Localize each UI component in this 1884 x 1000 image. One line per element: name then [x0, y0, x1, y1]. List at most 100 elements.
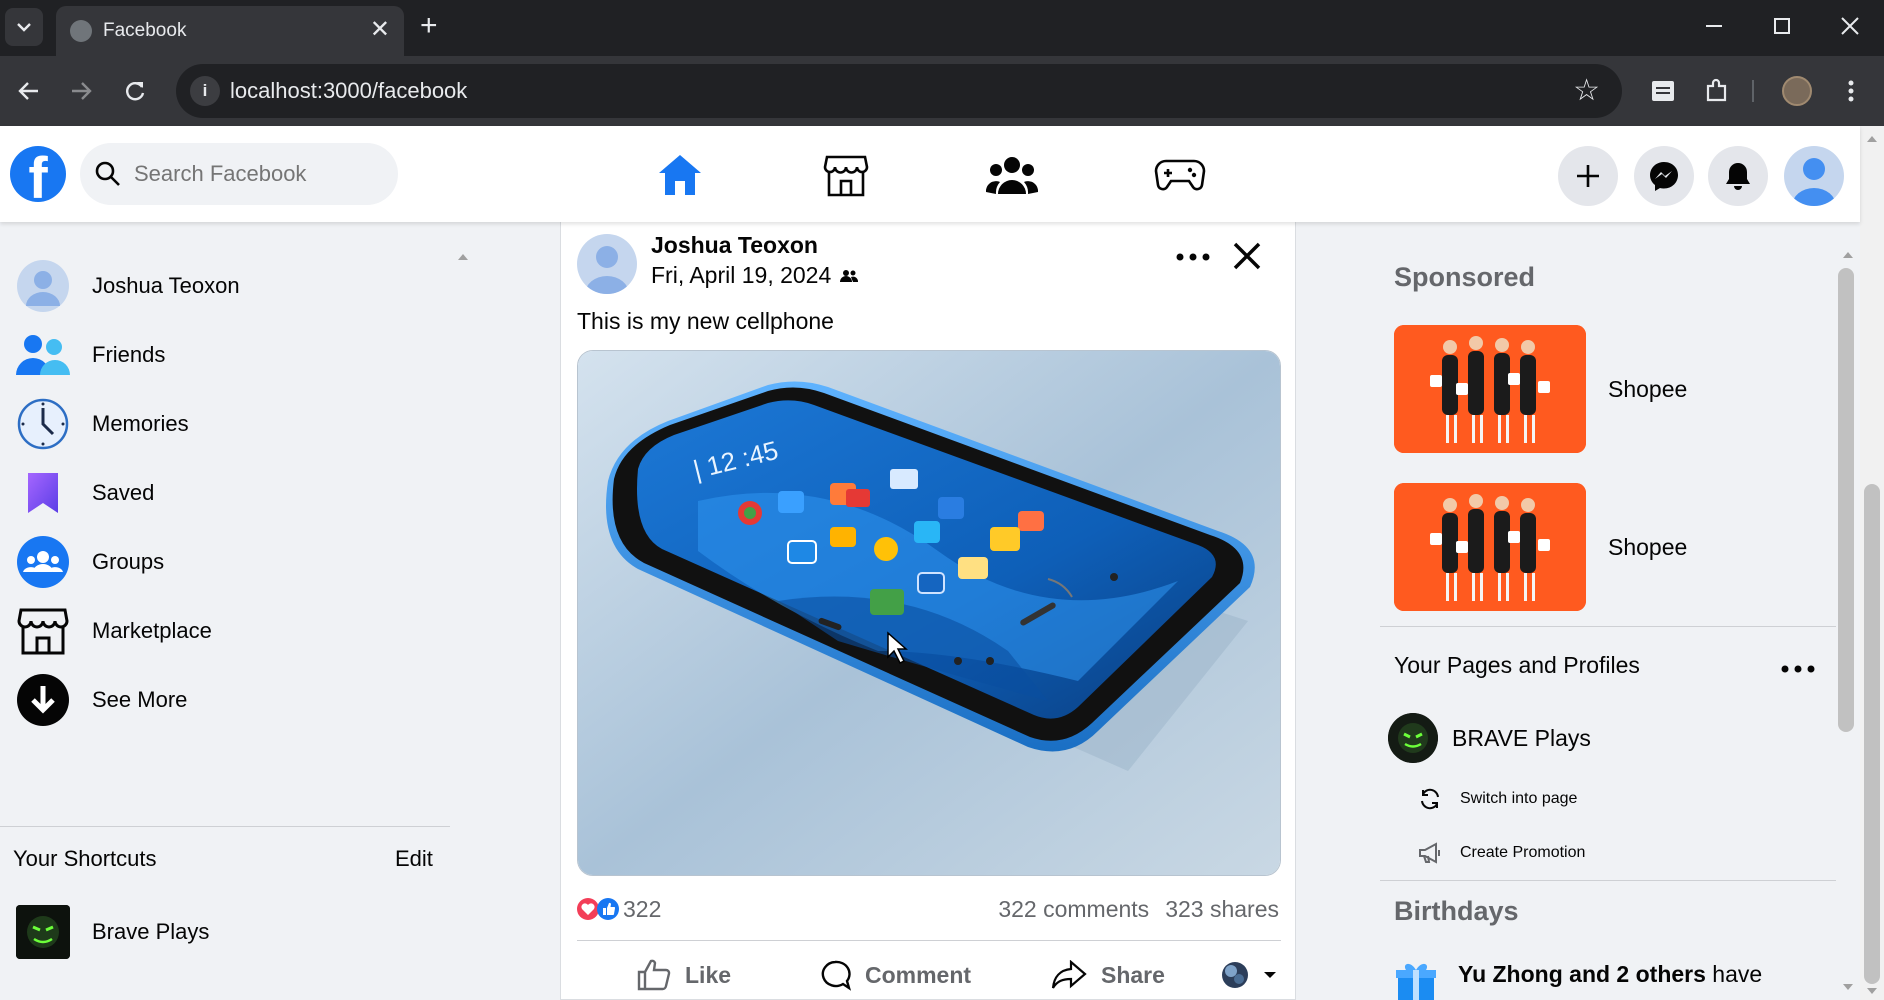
new-tab-button[interactable]: + [420, 10, 438, 42]
reload-button[interactable] [118, 74, 152, 108]
maximize-icon [1774, 18, 1790, 34]
post-text: This is my new cellphone [577, 308, 834, 334]
nav-groups[interactable] [982, 148, 1042, 202]
sidebar-item-see-more[interactable]: See More [16, 668, 436, 732]
browser-tab[interactable]: Facebook ✕ [56, 6, 404, 56]
close-icon[interactable] [1229, 238, 1265, 274]
create-button[interactable] [1558, 146, 1618, 206]
browser-menu-icon[interactable] [1832, 72, 1870, 110]
page-scrollbar[interactable] [1860, 126, 1884, 1000]
close-tab-icon[interactable]: ✕ [370, 16, 390, 44]
sidebar-item-label: Memories [92, 411, 189, 436]
nav-home[interactable] [650, 148, 710, 202]
minimize-button[interactable] [1694, 8, 1734, 44]
switch-into-page-button[interactable]: Switch into page [1418, 784, 1577, 814]
right-divider [1380, 880, 1836, 881]
tab-search-button[interactable] [5, 8, 43, 46]
marketplace-icon [16, 604, 70, 658]
shares-count[interactable]: 323 shares [1165, 896, 1279, 922]
right-divider [1380, 626, 1836, 627]
birthdays-title: Birthdays [1394, 896, 1519, 926]
messenger-button[interactable] [1634, 146, 1694, 206]
extension-sheets-icon[interactable] [1644, 72, 1682, 110]
scrollbar-thumb[interactable] [1838, 268, 1854, 732]
right-sidebar: Sponsored Shopee Shopee Your Pages and P… [1380, 222, 1836, 1000]
ad-label: Shopee [1608, 533, 1688, 560]
more-horizontal-icon [1176, 253, 1210, 261]
right-scrollbar[interactable] [1836, 248, 1860, 1000]
sidebar-item-marketplace[interactable]: Marketplace [16, 599, 436, 663]
comments-count[interactable]: 322 comments [998, 896, 1149, 922]
extensions-puzzle-icon[interactable] [1698, 72, 1736, 110]
post-image[interactable]: | 12 :45 [577, 350, 1281, 876]
profile-avatar [16, 259, 70, 313]
friends-icon [16, 328, 70, 382]
shortcut-item[interactable]: Brave Plays [16, 900, 436, 964]
scroll-up-arrow[interactable] [1843, 252, 1853, 258]
sidebar-item-groups[interactable]: Groups [16, 530, 436, 594]
post-divider [577, 940, 1281, 941]
pages-options-button[interactable] [1776, 654, 1820, 684]
sponsored-ad[interactable]: Shopee [1394, 482, 1814, 612]
maximize-button[interactable] [1762, 8, 1802, 44]
birthday-item[interactable]: Yu Zhong and 2 others have [1394, 960, 1762, 1000]
back-button[interactable] [12, 74, 46, 108]
marketplace-icon [823, 155, 869, 197]
search-input[interactable] [134, 143, 384, 205]
scroll-down-arrow[interactable] [1867, 988, 1877, 994]
sponsored-ad[interactable]: Shopee [1394, 324, 1814, 454]
url-text: localhost:3000/facebook [230, 78, 468, 103]
bookmark-icon [16, 466, 70, 520]
browser-toolbar: i localhost:3000/facebook ☆ [0, 56, 1884, 126]
scroll-down-arrow[interactable] [1843, 984, 1853, 990]
left-scrollbar[interactable] [450, 222, 476, 1000]
sidebar-item-saved[interactable]: Saved [16, 461, 436, 525]
thumbs-up-icon [637, 959, 671, 991]
reaction-summary[interactable]: 322 [577, 894, 661, 924]
friends-audience-icon [839, 270, 858, 282]
chevron-down-icon [17, 23, 31, 32]
shortcuts-title: Your Shortcuts [13, 846, 157, 871]
left-sidebar: Joshua Teoxon Friends Memories Saved Gro… [0, 222, 450, 1000]
sidebar-item-friends[interactable]: Friends [16, 323, 436, 387]
site-info-icon[interactable]: i [190, 76, 220, 106]
browser-tab-bar: Facebook ✕ + [0, 0, 1884, 56]
account-avatar[interactable] [1784, 146, 1844, 206]
arrow-left-icon [18, 82, 38, 100]
comment-button[interactable]: Comment [819, 950, 971, 1000]
address-bar[interactable]: i localhost:3000/facebook ☆ [176, 64, 1622, 118]
sidebar-item-label: Groups [92, 549, 165, 574]
nav-marketplace[interactable] [816, 148, 876, 202]
comment-icon [821, 960, 851, 991]
forward-button[interactable] [64, 74, 98, 108]
scroll-up-arrow[interactable] [1867, 136, 1877, 142]
notifications-button[interactable] [1708, 146, 1768, 206]
create-promotion-button[interactable]: Create Promotion [1418, 838, 1585, 868]
audience-selector[interactable] [1221, 950, 1291, 1000]
user-avatar-icon [585, 246, 629, 294]
close-window-button[interactable] [1830, 8, 1870, 44]
share-button[interactable]: Share [1051, 950, 1165, 1000]
search-box[interactable] [80, 143, 398, 205]
post-author[interactable]: Joshua Teoxon [651, 232, 818, 259]
profile-avatar-button[interactable] [1778, 72, 1816, 110]
facebook-logo[interactable]: f [10, 146, 66, 202]
shortcuts-edit-link[interactable]: Edit [395, 846, 433, 872]
scrollbar-thumb[interactable] [1864, 484, 1880, 984]
scroll-up-arrow[interactable] [458, 254, 468, 260]
facebook-header: f [0, 126, 1860, 222]
ad-image [1394, 325, 1586, 453]
like-button[interactable]: Like [637, 950, 731, 1000]
sidebar-item-memories[interactable]: Memories [16, 392, 436, 456]
nav-gaming[interactable] [1150, 148, 1210, 202]
sidebar-item-profile[interactable]: Joshua Teoxon [16, 254, 436, 318]
shortcut-thumbnail [16, 905, 70, 959]
bookmark-star-icon[interactable]: ☆ [1573, 73, 1600, 108]
megaphone-icon [1419, 842, 1440, 864]
switch-icon [1421, 788, 1439, 810]
sidebar-item-label: Friends [92, 342, 166, 367]
birthday-names: Yu Zhong and 2 others [1458, 961, 1706, 987]
post-author-avatar[interactable] [577, 234, 637, 294]
post-options-button[interactable] [1171, 240, 1215, 274]
page-item[interactable]: BRAVE Plays [1388, 712, 1591, 764]
